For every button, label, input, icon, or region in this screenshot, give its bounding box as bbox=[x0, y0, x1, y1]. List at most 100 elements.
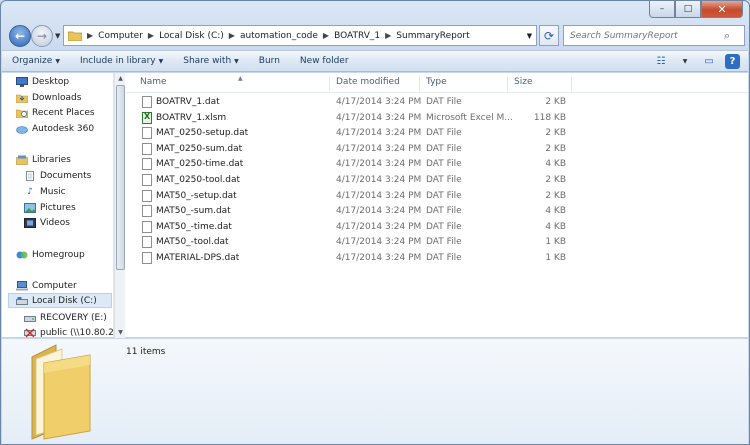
nav-item-label: RECOVERY (E:) bbox=[40, 312, 107, 323]
file-name: MAT50_-sum.dat bbox=[156, 206, 231, 217]
file-row[interactable]: MAT50_-time.dat 4/17/2014 3:24 PM DAT File… bbox=[126, 220, 748, 236]
file-row[interactable]: MAT50_-setup.dat 4/17/2014 3:24 PM DAT Fil… bbox=[126, 189, 748, 205]
breadcrumb-summary-report[interactable]: SummaryReport bbox=[396, 31, 469, 41]
nav-item-computer[interactable]: Computer bbox=[16, 278, 77, 293]
recent-pages-chevron-icon[interactable]: ▼ bbox=[55, 32, 60, 40]
column-header-type[interactable]: Type bbox=[420, 77, 508, 91]
file-size: 2 KB bbox=[545, 143, 566, 154]
libraries-icon bbox=[16, 154, 28, 165]
preview-pane-icon[interactable]: ▭ bbox=[701, 54, 717, 69]
nav-item-music[interactable]: ♪ Music bbox=[24, 184, 65, 199]
nav-item-pictures[interactable]: Pictures bbox=[24, 200, 76, 215]
refresh-button[interactable]: ⟳ bbox=[539, 25, 559, 46]
file-row[interactable]: MAT50_-tool.dat 4/17/2014 3:24 PM DAT File… bbox=[126, 235, 748, 251]
nav-item-downloads[interactable]: Downloads bbox=[16, 90, 81, 105]
file-icon bbox=[142, 189, 152, 202]
search-icon[interactable]: ⌕ bbox=[724, 29, 730, 43]
nav-item-public-network[interactable]: public (\\10.80.22 bbox=[24, 325, 113, 338]
scroll-up-icon[interactable]: ▲ bbox=[115, 73, 126, 84]
music-icon: ♪ bbox=[27, 186, 33, 197]
file-date-modified: 4/17/2014 3:24 PM bbox=[336, 253, 422, 263]
include-in-library-menu[interactable]: Include in library ▼ bbox=[70, 56, 173, 66]
breadcrumb-chevron-icon[interactable]: ▶ bbox=[385, 31, 391, 40]
nav-item-autodesk-360[interactable]: Autodesk 360 bbox=[16, 121, 94, 136]
burn-button[interactable]: Burn bbox=[249, 56, 290, 66]
search-box[interactable]: ⌕ bbox=[563, 25, 745, 46]
nav-item-libraries[interactable]: Libraries bbox=[16, 152, 71, 167]
nav-item-homegroup[interactable]: Homegroup bbox=[16, 247, 85, 262]
breadcrumb-chevron-icon[interactable]: ▶ bbox=[148, 31, 154, 40]
nav-item-label: Local Disk (C:) bbox=[32, 295, 97, 306]
file-date-modified: 4/17/2014 3:24 PM bbox=[336, 175, 422, 185]
new-folder-button[interactable]: New folder bbox=[290, 56, 359, 66]
close-button[interactable]: ✕ bbox=[701, 1, 743, 18]
address-dropdown-icon[interactable]: ▼ bbox=[523, 26, 536, 45]
desktop-icon bbox=[16, 76, 28, 87]
nav-item-recovery-e[interactable]: RECOVERY (E:) bbox=[24, 310, 107, 325]
file-row[interactable]: MAT_0250-sum.dat 4/17/2014 3:24 PM DAT Fil… bbox=[126, 142, 748, 158]
column-header-size[interactable]: Size bbox=[508, 77, 572, 91]
change-view-icon[interactable]: ☷ bbox=[653, 54, 669, 69]
scroll-down-icon[interactable]: ▼ bbox=[115, 327, 126, 338]
nav-item-desktop[interactable]: Desktop bbox=[16, 74, 69, 89]
file-type: DAT File bbox=[426, 190, 462, 201]
breadcrumb-computer[interactable]: Computer bbox=[98, 31, 143, 41]
file-row[interactable]: MAT_0250-tool.dat 4/17/2014 3:24 PM DAT Fi… bbox=[126, 173, 748, 189]
share-with-menu[interactable]: Share with ▼ bbox=[173, 56, 249, 66]
file-size: 1 KB bbox=[545, 253, 566, 263]
file-name: MAT50_-setup.dat bbox=[156, 190, 237, 201]
column-header-name[interactable]: Name ▲ bbox=[134, 75, 330, 91]
file-row[interactable]: MAT50_-sum.dat 4/17/2014 3:24 PM DAT File 4… bbox=[126, 204, 748, 220]
breadcrumb-chevron-icon[interactable]: ▶ bbox=[229, 31, 235, 40]
cloud-icon bbox=[16, 123, 28, 134]
minimize-button[interactable]: – bbox=[649, 1, 675, 18]
file-type: DAT File bbox=[426, 221, 462, 232]
file-row[interactable]: BOATRV_1.xlsm 4/17/2014 3:24 PM Microsoft … bbox=[126, 111, 748, 127]
file-size: 2 KB bbox=[545, 190, 566, 201]
nav-item-local-disk-c[interactable]: Local Disk (C:) bbox=[8, 293, 112, 308]
forward-button[interactable]: → bbox=[31, 25, 53, 47]
help-icon[interactable]: ? bbox=[725, 54, 740, 69]
videos-icon bbox=[24, 217, 36, 228]
network-drive-icon bbox=[24, 327, 36, 338]
navigation-scrollbar[interactable]: ▲ ▼ bbox=[114, 73, 125, 338]
file-size: 4 KB bbox=[545, 221, 566, 232]
column-name-label: Name bbox=[140, 77, 167, 87]
excel-file-icon bbox=[142, 111, 152, 124]
file-row[interactable]: MAT_0250-setup.dat 4/17/2014 3:24 PM DAT F… bbox=[126, 126, 748, 142]
breadcrumb-boatrv[interactable]: BOATRV_1 bbox=[334, 31, 380, 41]
nav-item-recent-places[interactable]: Recent Places bbox=[16, 105, 95, 120]
search-input[interactable] bbox=[564, 29, 724, 42]
nav-item-videos[interactable]: Videos bbox=[24, 215, 70, 230]
maximize-button[interactable]: □ bbox=[675, 1, 701, 18]
chevron-down-icon: ▼ bbox=[55, 58, 60, 65]
breadcrumb-chevron-icon[interactable]: ▶ bbox=[323, 31, 329, 40]
organize-menu[interactable]: Organize ▼ bbox=[2, 56, 70, 66]
file-type: Microsoft Excel M... bbox=[426, 112, 513, 123]
file-row[interactable]: MATERIAL-DPS.dat 4/17/2014 3:24 PM DAT Fil… bbox=[126, 251, 748, 267]
homegroup-icon bbox=[16, 249, 28, 260]
breadcrumb-automation-code[interactable]: automation_code bbox=[240, 31, 318, 41]
pictures-icon bbox=[24, 202, 36, 213]
file-date-modified: 4/17/2014 3:24 PM bbox=[336, 97, 422, 107]
address-bar[interactable]: ▶ Computer ▶ Local Disk (C:) ▶ automatio… bbox=[63, 25, 537, 46]
nav-item-label: Autodesk 360 bbox=[32, 123, 95, 134]
file-date-modified: 4/17/2014 3:24 PM bbox=[336, 143, 422, 154]
back-button[interactable]: ← bbox=[9, 25, 31, 47]
scrollbar-thumb[interactable] bbox=[116, 85, 125, 270]
file-row[interactable]: BOATRV_1.dat 4/17/2014 3:24 PM DAT File 2 K… bbox=[126, 95, 748, 111]
chevron-down-icon: ▼ bbox=[158, 58, 164, 65]
breadcrumb-chevron-icon[interactable]: ▶ bbox=[87, 31, 93, 40]
breadcrumb-local-disk[interactable]: Local Disk (C:) bbox=[159, 31, 224, 41]
details-pane: 11 items bbox=[2, 339, 748, 444]
file-date-modified: 4/17/2014 3:24 PM bbox=[336, 112, 422, 123]
column-header-date-modified[interactable]: Date modified bbox=[330, 77, 420, 91]
downloads-icon bbox=[16, 92, 28, 103]
column-headers: Name ▲ Date modified Type Size bbox=[126, 73, 748, 93]
nav-item-documents[interactable]: Documents bbox=[24, 168, 91, 183]
file-name: MAT_0250-time.dat bbox=[156, 159, 244, 170]
nav-item-label: Pictures bbox=[40, 202, 76, 213]
file-icon bbox=[142, 236, 152, 249]
view-options-chevron-icon[interactable]: ▼ bbox=[677, 54, 693, 69]
file-row[interactable]: MAT_0250-time.dat 4/17/2014 3:24 PM DAT Fi… bbox=[126, 157, 748, 173]
